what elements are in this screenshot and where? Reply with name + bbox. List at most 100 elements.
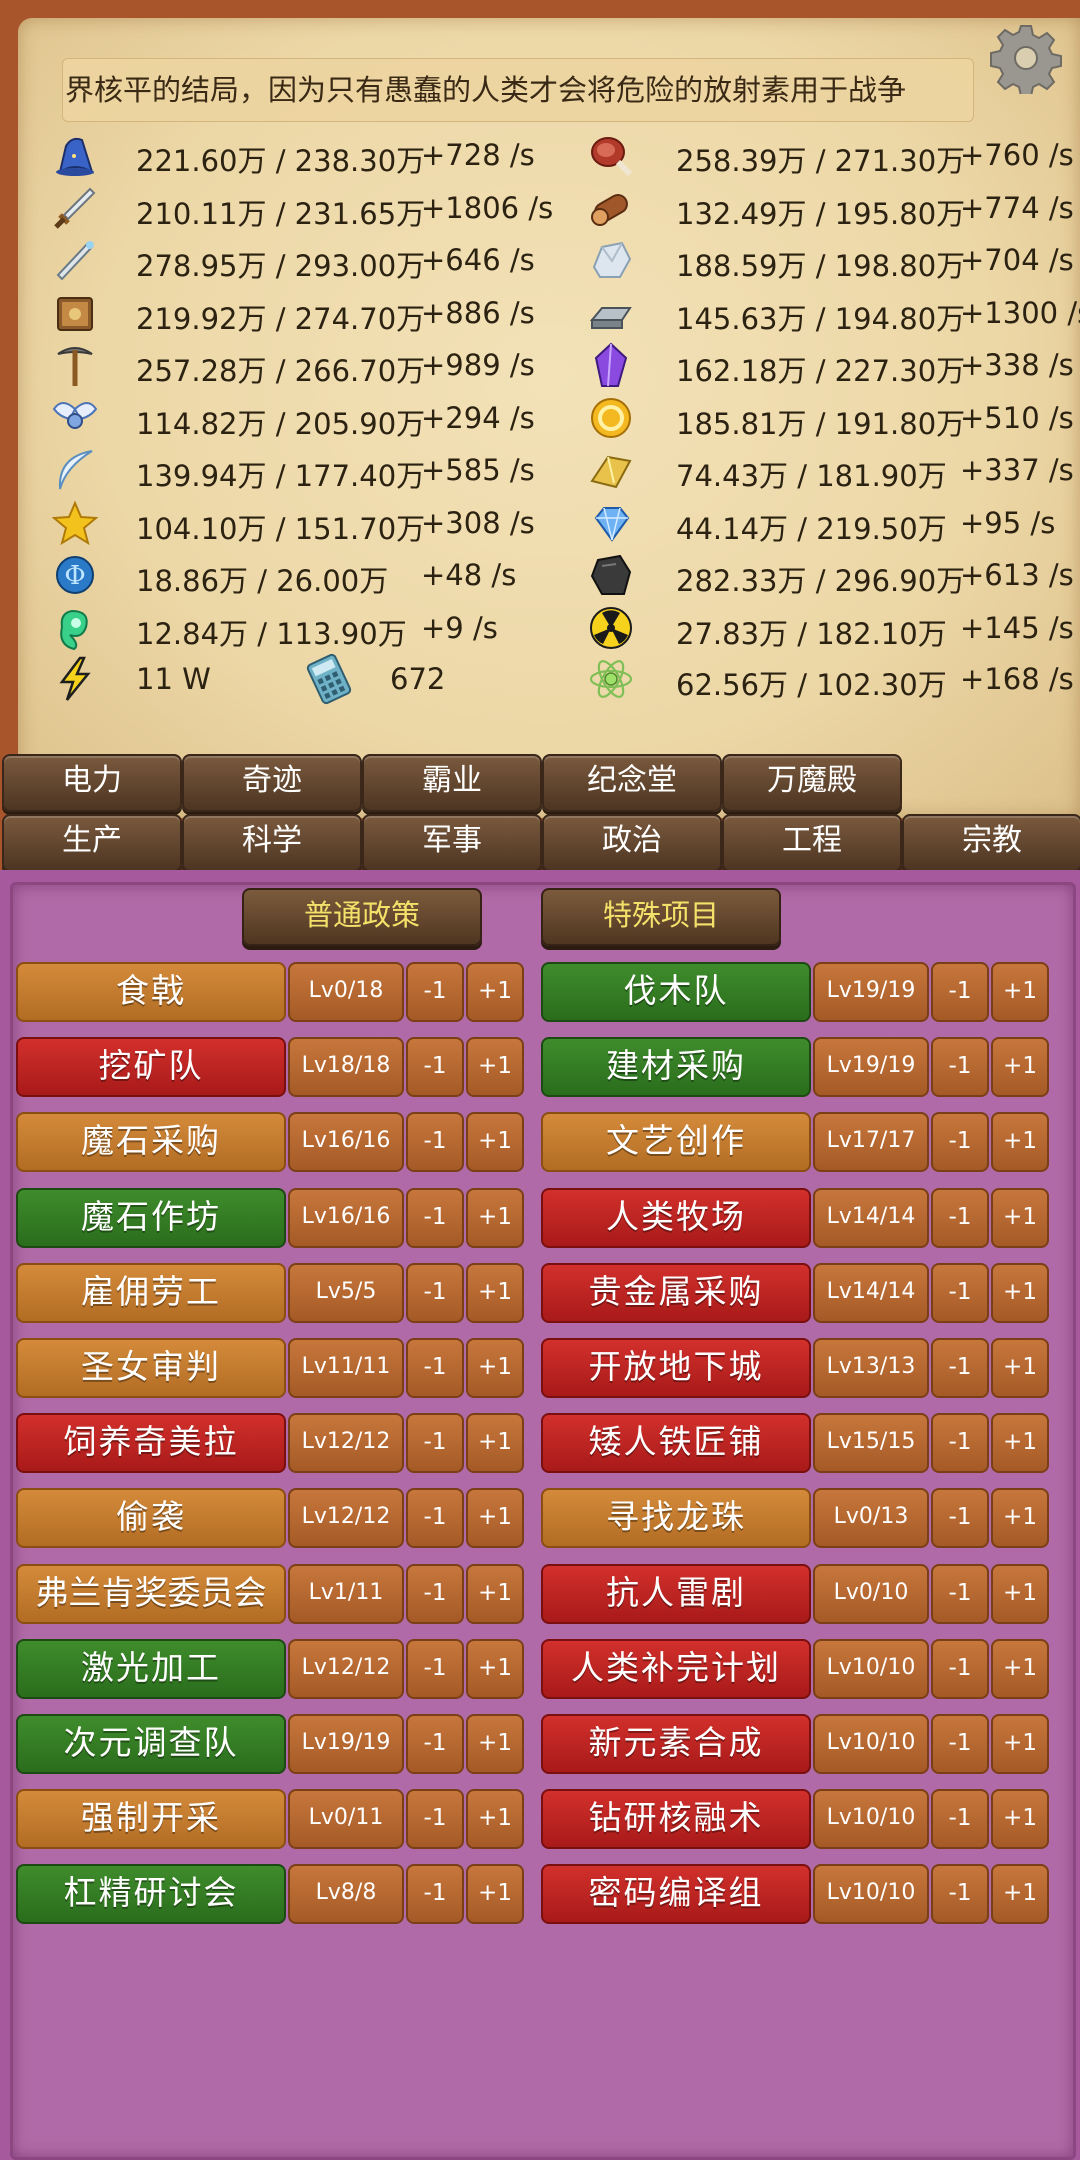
increase-level-button[interactable]: +1 xyxy=(991,1789,1049,1850)
power-value: 11 W xyxy=(136,662,211,696)
increase-level-button[interactable]: +1 xyxy=(466,1789,524,1850)
increase-level-button[interactable]: +1 xyxy=(466,1037,524,1098)
decrease-level-button[interactable]: -1 xyxy=(406,1488,464,1549)
increase-level-button[interactable]: +1 xyxy=(466,1112,524,1173)
policy-name-button[interactable]: 建材采购 xyxy=(541,1037,811,1098)
decrease-level-button[interactable]: -1 xyxy=(931,1789,989,1850)
policy-name-button[interactable]: 矮人铁匠铺 xyxy=(541,1413,811,1474)
decrease-level-button[interactable]: -1 xyxy=(931,1338,989,1398)
tab-tabs-row1-3[interactable]: 纪念堂 xyxy=(542,754,722,812)
increase-level-button[interactable]: +1 xyxy=(466,1563,524,1624)
stone-icon xyxy=(592,241,632,278)
increase-level-button[interactable]: +1 xyxy=(466,1413,524,1474)
resource-row: 258.39万 / 271.30万 +760 /s xyxy=(588,132,1078,180)
decrease-level-button[interactable]: -1 xyxy=(931,1112,989,1173)
policy-name-button[interactable]: 强制开采 xyxy=(16,1789,286,1850)
policy-name-button[interactable]: 弗兰肯奖委员会 xyxy=(16,1563,286,1624)
policy-name-button[interactable]: 圣女审判 xyxy=(16,1338,286,1398)
increase-level-button[interactable]: +1 xyxy=(466,1262,524,1323)
decrease-level-button[interactable]: -1 xyxy=(931,1037,989,1098)
tab-tabs-row2-2[interactable]: 军事 xyxy=(362,814,542,872)
tab-tabs-row2-3[interactable]: 政治 xyxy=(542,814,722,872)
policy-name-button[interactable]: 文艺创作 xyxy=(541,1112,811,1173)
increase-level-button[interactable]: +1 xyxy=(466,1864,524,1925)
decrease-level-button[interactable]: -1 xyxy=(931,1864,989,1925)
decrease-level-button[interactable]: -1 xyxy=(406,1638,464,1699)
decrease-level-button[interactable]: -1 xyxy=(406,962,464,1022)
tab-tabs-row1-1[interactable]: 奇迹 xyxy=(182,754,362,812)
policy-level: Lv11/11 xyxy=(288,1338,404,1398)
decrease-level-button[interactable]: -1 xyxy=(406,1413,464,1474)
decrease-level-button[interactable]: -1 xyxy=(406,1563,464,1624)
increase-level-button[interactable]: +1 xyxy=(991,1714,1049,1774)
decrease-level-button[interactable]: -1 xyxy=(931,1714,989,1774)
tab-tabs-row1-0[interactable]: 电力 xyxy=(2,754,182,812)
policy-name-button[interactable]: 魔石采购 xyxy=(16,1112,286,1173)
policy-name-button[interactable]: 次元调查队 xyxy=(16,1714,286,1774)
policy-name-button[interactable]: 杠精研讨会 xyxy=(16,1864,286,1925)
increase-level-button[interactable]: +1 xyxy=(991,1112,1049,1173)
policy-name-button[interactable]: 人类牧场 xyxy=(541,1187,811,1248)
policy-name-button[interactable]: 开放地下城 xyxy=(541,1338,811,1398)
tab-tabs-row2-1[interactable]: 科学 xyxy=(182,814,362,872)
tab-tabs-row2-5[interactable]: 宗教 xyxy=(902,814,1080,872)
resource-row: 210.11万 / 231.65万 +1806 /s xyxy=(48,185,553,233)
increase-level-button[interactable]: +1 xyxy=(991,1338,1049,1398)
policy-name-button[interactable]: 伐木队 xyxy=(541,962,811,1022)
decrease-level-button[interactable]: -1 xyxy=(406,1789,464,1850)
decrease-level-button[interactable]: -1 xyxy=(406,1714,464,1774)
policy-name-button[interactable]: 偷袭 xyxy=(16,1488,286,1549)
increase-level-button[interactable]: +1 xyxy=(466,1338,524,1398)
decrease-level-button[interactable]: -1 xyxy=(406,1338,464,1398)
decrease-level-button[interactable]: -1 xyxy=(406,1037,464,1098)
decrease-level-button[interactable]: -1 xyxy=(931,1262,989,1323)
decrease-level-button[interactable]: -1 xyxy=(406,1262,464,1323)
increase-level-button[interactable]: +1 xyxy=(991,962,1049,1022)
decrease-level-button[interactable]: -1 xyxy=(931,1187,989,1248)
policy-name-button[interactable]: 抗人雷剧 xyxy=(541,1563,811,1624)
policy-name-button[interactable]: 激光加工 xyxy=(16,1638,286,1699)
policy-name-button[interactable]: 挖矿队 xyxy=(16,1037,286,1098)
increase-level-button[interactable]: +1 xyxy=(991,1037,1049,1098)
decrease-level-button[interactable]: -1 xyxy=(931,962,989,1022)
tab-tabs-row2-4[interactable]: 工程 xyxy=(722,814,902,872)
decrease-level-button[interactable]: -1 xyxy=(931,1488,989,1549)
increase-level-button[interactable]: +1 xyxy=(991,1563,1049,1624)
increase-level-button[interactable]: +1 xyxy=(991,1187,1049,1248)
policy-name-button[interactable]: 寻找龙珠 xyxy=(541,1488,811,1549)
increase-level-button[interactable]: +1 xyxy=(466,962,524,1022)
policy-name-button[interactable]: 密码编译组 xyxy=(541,1864,811,1925)
increase-level-button[interactable]: +1 xyxy=(466,1488,524,1549)
tab-tabs-row1-4[interactable]: 万魔殿 xyxy=(722,754,902,812)
resource-amount: 132.49万 / 195.80万 xyxy=(676,196,966,231)
decrease-level-button[interactable]: -1 xyxy=(406,1864,464,1925)
decrease-level-button[interactable]: -1 xyxy=(931,1413,989,1474)
increase-level-button[interactable]: +1 xyxy=(466,1714,524,1774)
decrease-level-button[interactable]: -1 xyxy=(406,1187,464,1248)
policy-name-button[interactable]: 新元素合成 xyxy=(541,1714,811,1774)
decrease-level-button[interactable]: -1 xyxy=(931,1563,989,1624)
increase-level-button[interactable]: +1 xyxy=(466,1187,524,1248)
tab-tabs-row2-0[interactable]: 生产 xyxy=(2,814,182,872)
increase-level-button[interactable]: +1 xyxy=(991,1413,1049,1474)
increase-level-button[interactable]: +1 xyxy=(991,1488,1049,1549)
tab-tabs-row1-2[interactable]: 霸业 xyxy=(362,754,542,812)
decrease-level-button[interactable]: -1 xyxy=(406,1112,464,1173)
policy-name-button[interactable]: 钻研核融术 xyxy=(541,1789,811,1850)
normal-policy-tab[interactable]: 普通政策 xyxy=(242,888,482,946)
policy-name-button[interactable]: 贵金属采购 xyxy=(541,1262,811,1323)
increase-level-button[interactable]: +1 xyxy=(991,1864,1049,1925)
policy-name-button[interactable]: 饲养奇美拉 xyxy=(16,1413,286,1474)
decrease-level-button[interactable]: -1 xyxy=(931,1638,989,1699)
settings-gear-icon[interactable] xyxy=(990,22,1062,94)
resource-row: 162.18万 / 227.30万 +338 /s xyxy=(588,342,1078,390)
increase-level-button[interactable]: +1 xyxy=(466,1638,524,1699)
policy-name-button[interactable]: 雇佣劳工 xyxy=(16,1262,286,1323)
policy-name-button[interactable]: 人类补完计划 xyxy=(541,1638,811,1699)
special-project-tab[interactable]: 特殊项目 xyxy=(541,888,781,946)
policy-name-button[interactable]: 食戟 xyxy=(16,962,286,1022)
policy-name-button[interactable]: 魔石作坊 xyxy=(16,1187,286,1248)
resource-row: 104.10万 / 151.70万 +308 /s xyxy=(48,499,538,548)
increase-level-button[interactable]: +1 xyxy=(991,1262,1049,1323)
increase-level-button[interactable]: +1 xyxy=(991,1638,1049,1699)
